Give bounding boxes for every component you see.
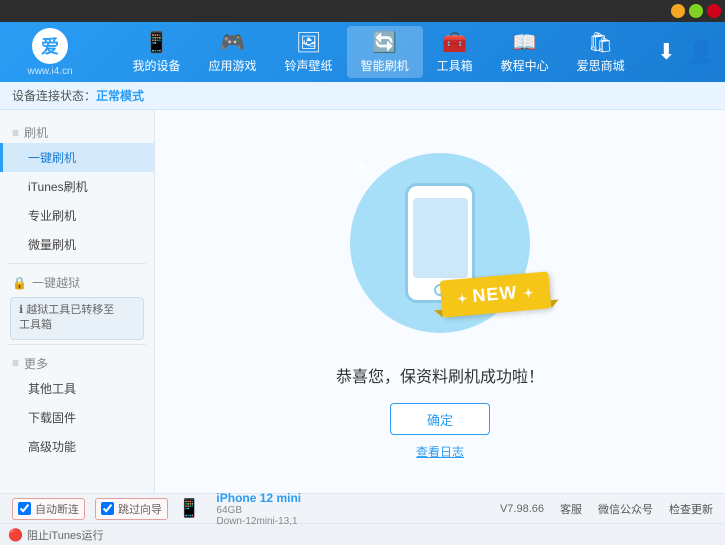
nav-my-device[interactable]: 📱 我的设备: [119, 26, 195, 78]
more-section-icon: ≡: [12, 356, 19, 370]
wechat-link[interactable]: 微信公众号: [598, 501, 653, 517]
sidebar-item-advanced[interactable]: 高级功能: [0, 432, 154, 461]
maximize-button[interactable]: [689, 4, 703, 18]
new-ribbon-text: NEW: [471, 282, 518, 306]
success-message: 恭喜您，保资料刷机成功啦！: [336, 363, 544, 387]
sparkle-icon-1: ✦: [355, 158, 368, 178]
nav-shop-label: 爱思商城: [577, 57, 625, 74]
main-layout: ≡ 刷机 一键刷机 iTunes刷机 专业刷机 微量刷机 🔒 一键越狱 ℹ 越狱…: [0, 110, 725, 493]
sidebar-section-more-label: 更多: [24, 355, 48, 372]
nav-right-actions: ⬇ 👤: [657, 39, 715, 65]
sidebar-item-save-flash[interactable]: 微量刷机: [0, 230, 154, 259]
auto-disconnect-group[interactable]: 自动断连: [12, 498, 85, 520]
flash-section-icon: ≡: [12, 126, 19, 140]
sidebar-item-other-tools[interactable]: 其他工具: [0, 374, 154, 403]
sidebar-notice-jailbreak: ℹ 越狱工具已转移至工具箱: [10, 297, 144, 340]
sidebar: ≡ 刷机 一键刷机 iTunes刷机 专业刷机 微量刷机 🔒 一键越狱 ℹ 越狱…: [0, 110, 155, 493]
nav-wallpaper[interactable]: 🖼 铃声壁纸: [271, 26, 347, 78]
device-storage: 64GB: [216, 505, 301, 516]
sidebar-one-click-flash-label: 一键刷机: [28, 151, 76, 165]
status-bar: 设备连接状态： 正常模式: [0, 82, 725, 110]
sidebar-item-pro-flash[interactable]: 专业刷机: [0, 201, 154, 230]
logo-icon: 爱: [32, 28, 68, 64]
sidebar-section-flash-label: 刷机: [24, 124, 48, 141]
sidebar-pro-flash-label: 专业刷机: [28, 209, 76, 223]
status-prefix: 设备连接状态：: [12, 87, 96, 104]
skip-wizard-checkbox[interactable]: [101, 502, 114, 515]
sidebar-advanced-label: 高级功能: [28, 440, 76, 454]
content-area: ✦ ✦ ✦ NEW 恭喜您，保资料刷机成功啦！ 确定 查看日志: [155, 110, 725, 493]
wallpaper-icon: 🖼: [296, 30, 321, 55]
sidebar-one-step-section: 🔒 一键越狱: [0, 268, 154, 293]
shop-icon: 🛍: [588, 30, 613, 55]
confirm-button[interactable]: 确定: [390, 403, 490, 435]
sidebar-section-more: ≡ 更多: [0, 349, 154, 374]
logo-subtitle: www.i4.cn: [27, 66, 72, 77]
ribbon-triangle-left: [434, 310, 443, 319]
sidebar-divider-2: [8, 344, 146, 345]
sidebar-one-step-label: 一键越狱: [32, 274, 80, 291]
sidebar-item-itunes-flash[interactable]: iTunes刷机: [0, 172, 154, 201]
sidebar-save-flash-label: 微量刷机: [28, 238, 76, 252]
ribbon-triangle-right: [551, 299, 560, 308]
auto-disconnect-label: 自动断连: [35, 501, 79, 517]
sidebar-section-flash: ≡ 刷机: [0, 118, 154, 143]
bottom-right-section: V7.98.66 客服 微信公众号 检查更新: [500, 501, 713, 517]
skip-wizard-group[interactable]: 跳过向导: [95, 498, 168, 520]
nav-toolbox-label: 工具箱: [437, 57, 473, 74]
device-info: iPhone 12 mini 64GB Down-12mini-13,1: [216, 491, 301, 527]
device-icon: 📱: [178, 498, 200, 519]
skip-wizard-label: 跳过向导: [118, 501, 162, 517]
date-log-link[interactable]: 查看日志: [416, 443, 464, 460]
nav-toolbox[interactable]: 🧰 工具箱: [423, 26, 487, 78]
nav-wallpaper-label: 铃声壁纸: [285, 57, 333, 74]
itunes-status-icon: 🔴: [8, 528, 23, 542]
nav-my-device-label: 我的设备: [133, 57, 181, 74]
sidebar-other-tools-label: 其他工具: [28, 382, 76, 396]
logo[interactable]: 爱 www.i4.cn: [10, 28, 90, 77]
sidebar-item-one-click-flash[interactable]: 一键刷机: [0, 143, 154, 172]
phone-screen: [413, 198, 468, 278]
close-button[interactable]: [707, 4, 721, 18]
nav-tutorial-label: 教程中心: [501, 57, 549, 74]
header: 爱 www.i4.cn 📱 我的设备 🎮 应用游戏 🖼 铃声壁纸 🔄 智能刷机 …: [0, 22, 725, 82]
nav-app-game[interactable]: 🎮 应用游戏: [195, 26, 271, 78]
bottom-left-section: 自动断连 跳过向导 📱 iPhone 12 mini 64GB Down-12m…: [12, 491, 500, 527]
update-link[interactable]: 检查更新: [669, 501, 713, 517]
lock-icon: 🔒: [12, 276, 27, 290]
nav-smart-flash[interactable]: 🔄 智能刷机: [347, 26, 423, 78]
version-label: V7.98.66: [500, 503, 544, 515]
nav-shop[interactable]: 🛍 爱思商城: [563, 26, 639, 78]
support-link[interactable]: 客服: [560, 501, 582, 517]
device-version: Down-12mini-13,1: [216, 516, 301, 527]
minimize-button[interactable]: [671, 4, 685, 18]
smart-flash-icon: 🔄: [372, 30, 397, 55]
user-button[interactable]: 👤: [688, 39, 715, 65]
nav-smart-flash-label: 智能刷机: [361, 57, 409, 74]
sidebar-notice-text: 越狱工具已转移至工具箱: [19, 304, 114, 331]
bottom-bar: 自动断连 跳过向导 📱 iPhone 12 mini 64GB Down-12m…: [0, 493, 725, 523]
tutorial-icon: 📖: [512, 30, 537, 55]
nav-app-game-label: 应用游戏: [209, 57, 257, 74]
sidebar-item-download-fw[interactable]: 下载固件: [0, 403, 154, 432]
title-bar: [0, 0, 725, 22]
my-device-icon: 📱: [144, 30, 169, 55]
phone-illustration: ✦ ✦ ✦ NEW: [340, 143, 540, 343]
nav-bar: 📱 我的设备 🎮 应用游戏 🖼 铃声壁纸 🔄 智能刷机 🧰 工具箱 📖 教程中心…: [100, 26, 657, 78]
nav-tutorial[interactable]: 📖 教程中心: [487, 26, 563, 78]
download-button[interactable]: ⬇: [657, 39, 675, 65]
sparkle-icon-2: ✦: [502, 163, 515, 183]
status-value: 正常模式: [96, 87, 144, 104]
sidebar-itunes-flash-label: iTunes刷机: [28, 180, 88, 194]
sidebar-divider-1: [8, 263, 146, 264]
toolbox-icon: 🧰: [442, 30, 467, 55]
itunes-label: 阻止iTunes运行: [27, 527, 104, 543]
sidebar-download-fw-label: 下载固件: [28, 411, 76, 425]
app-game-icon: 🎮: [220, 30, 245, 55]
auto-disconnect-checkbox[interactable]: [18, 502, 31, 515]
